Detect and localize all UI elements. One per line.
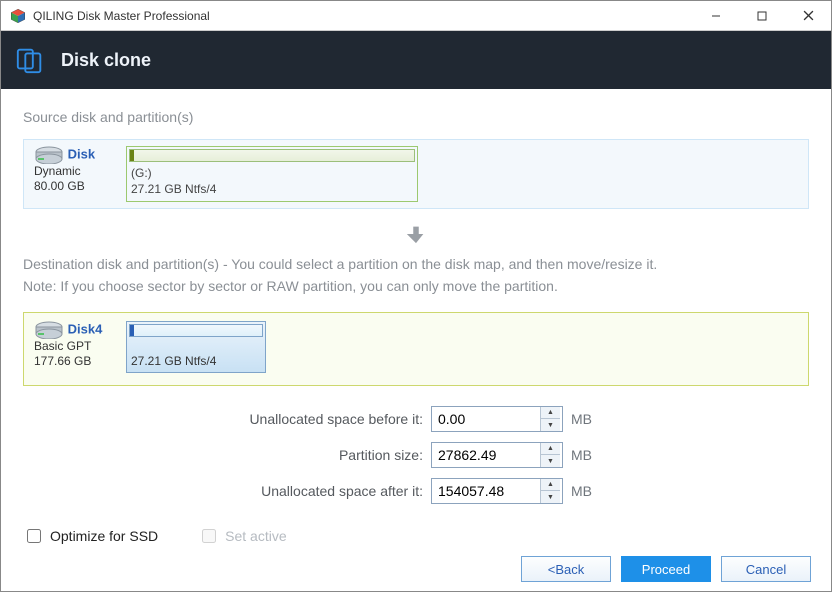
unit-label: MB xyxy=(571,483,601,499)
set-active-input xyxy=(202,529,216,543)
page-header: Disk clone xyxy=(1,31,831,89)
source-disk-size: 80.00 GB xyxy=(34,179,118,194)
optimize-ssd-label: Optimize for SSD xyxy=(50,528,158,544)
destination-note: Destination disk and partition(s) - You … xyxy=(23,253,809,298)
source-disk-name: Disk xyxy=(68,146,95,161)
hard-drive-icon xyxy=(34,146,64,164)
unalloc-after-up[interactable]: ▲ xyxy=(541,479,560,492)
destination-partition[interactable]: 27.21 GB Ntfs/4 xyxy=(126,321,266,373)
source-disk-row[interactable]: Disk Dynamic 80.00 GB (G:) 27.21 GB Ntfs… xyxy=(23,139,809,209)
unalloc-after-down[interactable]: ▼ xyxy=(541,491,560,503)
unit-label: MB xyxy=(571,447,601,463)
back-button[interactable]: <Back xyxy=(521,556,611,582)
optimize-ssd-checkbox[interactable]: Optimize for SSD xyxy=(23,526,158,546)
unalloc-before-input[interactable]: ▲ ▼ xyxy=(431,406,563,432)
arrow-down-icon xyxy=(405,223,427,245)
minimize-button[interactable] xyxy=(693,1,739,31)
unalloc-after-label: Unallocated space after it: xyxy=(23,483,423,499)
unalloc-before-value[interactable] xyxy=(432,407,540,431)
destination-disk-size: 177.66 GB xyxy=(34,354,118,369)
titlebar: QILING Disk Master Professional xyxy=(1,1,831,31)
source-disk-type: Dynamic xyxy=(34,164,118,179)
unalloc-after-value[interactable] xyxy=(432,479,540,503)
destination-disk-info: Disk4 Basic GPT 177.66 GB xyxy=(32,321,118,377)
unit-label: MB xyxy=(571,411,601,427)
source-disk-info: Disk Dynamic 80.00 GB xyxy=(32,146,118,202)
app-icon xyxy=(9,7,27,25)
unalloc-after-input[interactable]: ▲ ▼ xyxy=(431,478,563,504)
destination-note-line1: Destination disk and partition(s) - You … xyxy=(23,253,809,275)
partition-size-down[interactable]: ▼ xyxy=(541,455,560,467)
destination-partition-map[interactable]: 27.21 GB Ntfs/4 xyxy=(126,321,800,377)
destination-unallocated[interactable] xyxy=(266,321,800,373)
source-section-label: Source disk and partition(s) xyxy=(23,109,809,125)
destination-note-line2: Note: If you choose sector by sector or … xyxy=(23,275,809,297)
unalloc-before-label: Unallocated space before it: xyxy=(23,411,423,427)
unalloc-before-up[interactable]: ▲ xyxy=(541,407,560,420)
source-usage-bar xyxy=(129,149,415,162)
app-title: QILING Disk Master Professional xyxy=(33,9,210,23)
destination-usage-bar xyxy=(129,324,263,337)
source-partition-letter: (G:) xyxy=(131,166,415,182)
destination-disk-type: Basic GPT xyxy=(34,339,118,354)
source-partition-map[interactable]: (G:) 27.21 GB Ntfs/4 xyxy=(126,146,418,202)
maximize-button[interactable] xyxy=(739,1,785,31)
destination-partition-desc: 27.21 GB Ntfs/4 xyxy=(131,354,216,368)
partition-size-label: Partition size: xyxy=(23,447,423,463)
cancel-button[interactable]: Cancel xyxy=(721,556,811,582)
page-title: Disk clone xyxy=(61,50,151,71)
destination-disk-row[interactable]: Disk4 Basic GPT 177.66 GB 27.21 GB Ntfs/… xyxy=(23,312,809,386)
proceed-button[interactable]: Proceed xyxy=(621,556,711,582)
partition-size-up[interactable]: ▲ xyxy=(541,443,560,456)
set-active-checkbox: Set active xyxy=(198,526,286,546)
optimize-ssd-input[interactable] xyxy=(27,529,41,543)
destination-disk-name: Disk4 xyxy=(68,321,103,336)
footer-buttons: <Back Proceed Cancel xyxy=(1,547,831,591)
set-active-label: Set active xyxy=(225,528,286,544)
close-button[interactable] xyxy=(785,1,831,31)
source-partition-desc: 27.21 GB Ntfs/4 xyxy=(131,182,415,198)
content-area: Source disk and partition(s) Disk Dynami… xyxy=(1,89,831,546)
partition-size-input[interactable]: ▲ ▼ xyxy=(431,442,563,468)
hard-drive-icon xyxy=(34,321,64,339)
disk-clone-icon xyxy=(15,45,45,75)
unalloc-before-down[interactable]: ▼ xyxy=(541,419,560,431)
resize-fields: Unallocated space before it: ▲ ▼ MB Part… xyxy=(23,406,809,504)
partition-size-value[interactable] xyxy=(432,443,540,467)
